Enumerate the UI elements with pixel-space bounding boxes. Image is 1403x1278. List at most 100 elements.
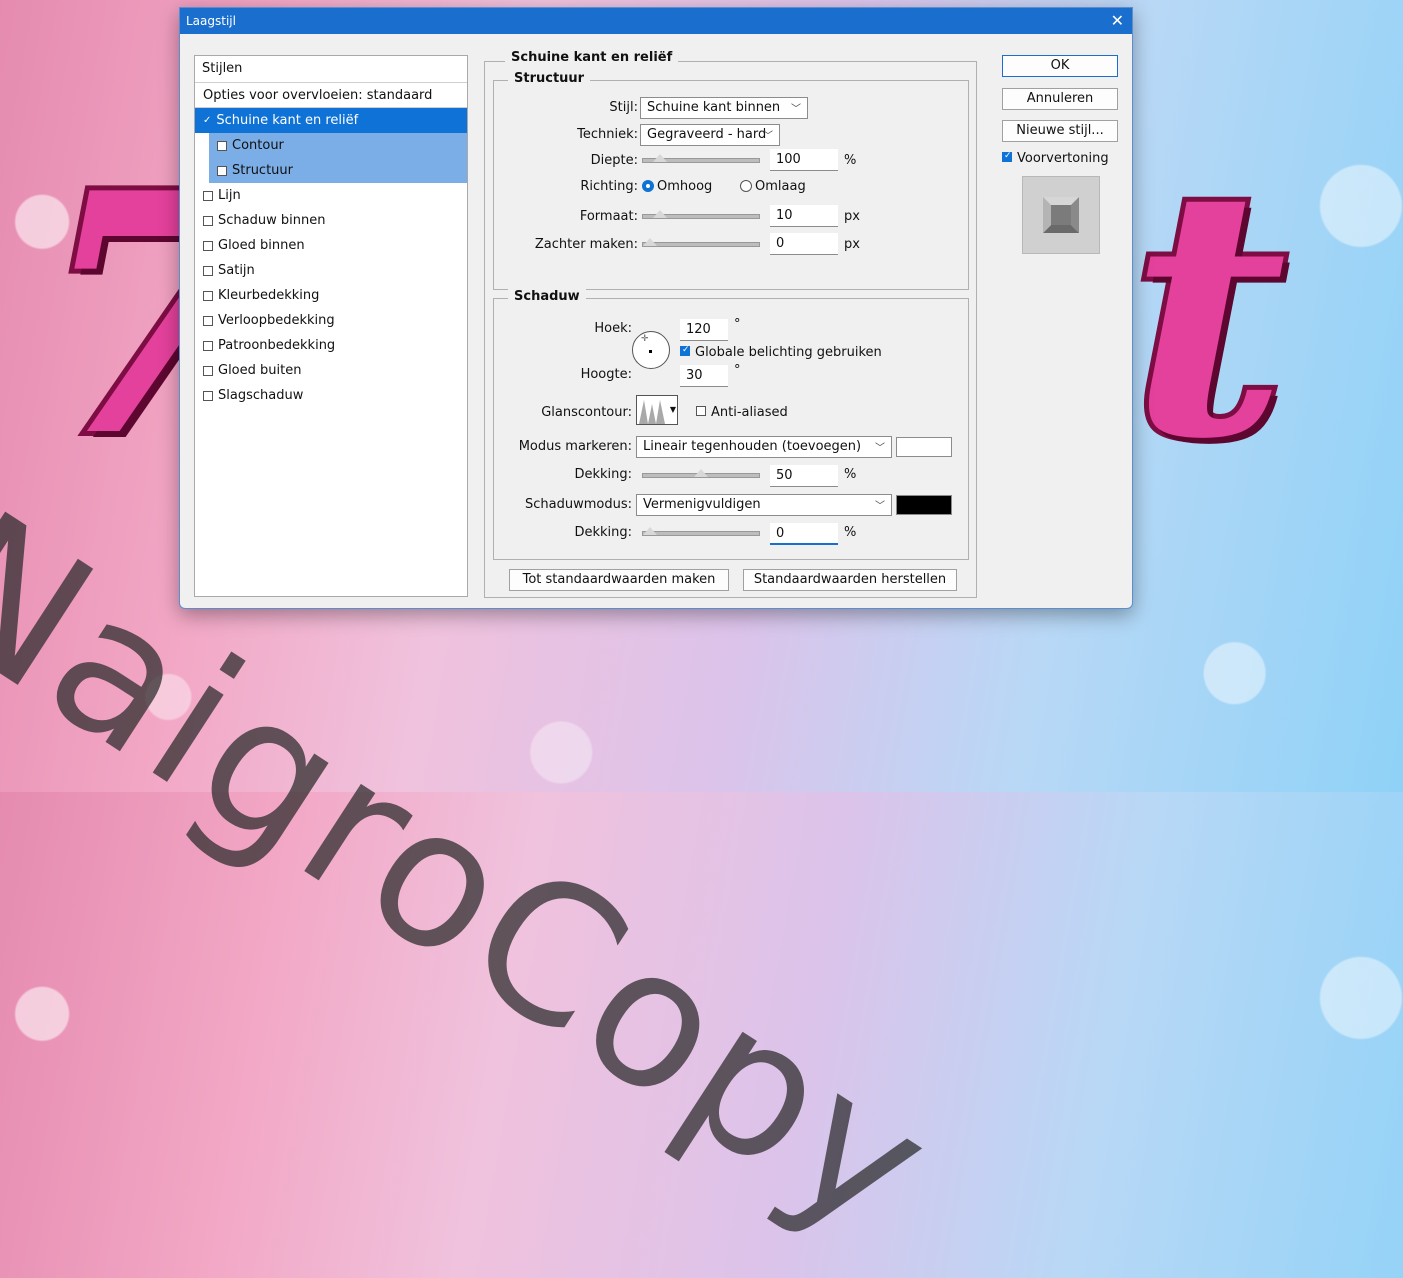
bevel-section-title: Schuine kant en reliëf xyxy=(505,50,679,65)
altitude-unit: ° xyxy=(734,363,741,378)
highlight-mode-value: Lineair tegenhouden (toevoegen) xyxy=(643,439,862,454)
direction-down-label: Omlaag xyxy=(755,179,806,194)
highlight-mode-select[interactable]: Lineair tegenhouden (toevoegen) ﹀ xyxy=(636,436,892,458)
bevel-emboss-group: Schuine kant en reliëf Structuur Stijl: … xyxy=(484,50,977,598)
highlight-opacity-thumb[interactable] xyxy=(694,469,708,477)
style-item[interactable]: Structuur xyxy=(209,158,467,183)
checkbox-checked-icon xyxy=(680,345,690,356)
style-item[interactable]: Gloed buiten xyxy=(195,358,467,383)
dial-center-dot xyxy=(649,350,652,353)
gloss-contour-preview-icon xyxy=(639,400,665,424)
bevel-preview-icon xyxy=(1043,197,1079,233)
make-default-button[interactable]: Tot standaardwaarden maken xyxy=(509,569,729,591)
technique-select-value: Gegraveerd - hard xyxy=(647,127,767,142)
angle-input[interactable]: 120 xyxy=(680,319,728,341)
ok-button[interactable]: OK xyxy=(1002,55,1118,77)
style-item-label: Schaduw binnen xyxy=(218,213,326,228)
style-select[interactable]: Schuine kant binnen ﹀ xyxy=(640,97,808,119)
shadow-color-swatch[interactable] xyxy=(896,495,952,515)
chevron-down-icon: ﹀ xyxy=(875,443,885,454)
size-slider[interactable] xyxy=(642,210,760,219)
angle-label: Hoek: xyxy=(594,321,632,336)
depth-input[interactable]: 100 xyxy=(770,149,838,171)
checkbox-icon[interactable] xyxy=(203,365,213,376)
checkbox-icon[interactable] xyxy=(217,140,227,151)
dial-crosshair-icon: ✛ xyxy=(641,334,649,344)
blend-options-item[interactable]: Opties voor overvloeien: standaard xyxy=(195,83,467,108)
altitude-input[interactable]: 30 xyxy=(680,365,728,387)
depth-slider-thumb[interactable] xyxy=(653,154,667,162)
shadow-mode-select[interactable]: Vermenigvuldigen ﹀ xyxy=(636,494,892,516)
chevron-down-icon: ﹀ xyxy=(763,131,773,142)
styles-header[interactable]: Stijlen xyxy=(195,56,467,83)
checkbox-icon[interactable] xyxy=(203,315,213,326)
checkbox-icon[interactable] xyxy=(203,390,213,401)
checkbox-icon[interactable] xyxy=(203,265,213,276)
background-letter-right: t xyxy=(1125,115,1292,514)
shadow-opacity-unit: % xyxy=(844,525,857,540)
shading-title: Schaduw xyxy=(508,289,586,304)
direction-up-radio[interactable]: Omhoog xyxy=(642,179,712,194)
style-item[interactable]: Patroonbedekking xyxy=(195,333,467,358)
checkmark-icon: ✓ xyxy=(203,115,212,126)
layer-style-dialog: Laagstijl ✕ Stijlen Opties voor overvloe… xyxy=(179,7,1133,609)
checkbox-icon xyxy=(696,406,706,416)
chevron-down-icon: ﹀ xyxy=(791,104,801,115)
soften-slider[interactable] xyxy=(642,238,760,247)
style-item[interactable]: Contour xyxy=(209,133,467,158)
highlight-opacity-input[interactable]: 50 xyxy=(770,465,838,487)
checkbox-icon[interactable] xyxy=(203,240,213,251)
preview-label: Voorvertoning xyxy=(1017,151,1109,166)
shadow-mode-label: Schaduwmodus: xyxy=(525,497,632,512)
size-input[interactable]: 10 xyxy=(770,205,838,227)
reset-default-button[interactable]: Standaardwaarden herstellen xyxy=(743,569,957,591)
radio-icon xyxy=(740,180,752,192)
gloss-dropdown-arrow-icon: ▼ xyxy=(669,405,676,414)
direction-up-label: Omhoog xyxy=(657,179,713,194)
soften-slider-thumb[interactable] xyxy=(643,238,657,246)
style-item[interactable]: Verloopbedekking xyxy=(195,308,467,333)
technique-select[interactable]: Gegraveerd - hard ﹀ xyxy=(640,124,780,146)
style-item[interactable]: Lijn xyxy=(195,183,467,208)
new-style-button[interactable]: Nieuwe stijl... xyxy=(1002,120,1118,142)
shadow-opacity-slider[interactable] xyxy=(642,527,760,536)
angle-dial[interactable]: ✛ xyxy=(632,331,670,369)
anti-aliased-checkbox[interactable]: Anti-aliased xyxy=(696,405,788,420)
style-item[interactable]: Kleurbedekking xyxy=(195,283,467,308)
style-item[interactable]: ✓ Schuine kant en reliëf xyxy=(195,108,467,133)
direction-down-radio[interactable]: Omlaag xyxy=(740,179,806,194)
dialog-title: Laagstijl xyxy=(186,14,236,28)
style-item-label: Structuur xyxy=(232,163,294,178)
gloss-contour-picker[interactable]: ▼ xyxy=(636,395,678,425)
preview-checkbox[interactable]: Voorvertoning xyxy=(1002,151,1109,166)
technique-label: Techniek: xyxy=(577,127,638,142)
global-light-checkbox[interactable]: Globale belichting gebruiken xyxy=(680,345,882,360)
checkbox-icon[interactable] xyxy=(203,340,213,351)
close-icon[interactable]: ✕ xyxy=(1111,13,1124,29)
checkbox-icon[interactable] xyxy=(217,165,227,176)
style-item[interactable]: Slagschaduw xyxy=(195,383,467,408)
radio-selected-icon xyxy=(642,180,654,192)
soften-input[interactable]: 0 xyxy=(770,233,838,255)
size-slider-thumb[interactable] xyxy=(653,210,667,218)
direction-label: Richting: xyxy=(580,179,638,194)
shadow-opacity-input[interactable]: 0 xyxy=(770,523,838,545)
highlight-opacity-slider[interactable] xyxy=(642,469,760,478)
style-item-label: Verloopbedekking xyxy=(218,313,335,328)
soften-label: Zachter maken: xyxy=(534,237,638,252)
style-item-label: Slagschaduw xyxy=(218,388,304,403)
style-item[interactable]: Schaduw binnen xyxy=(195,208,467,233)
size-unit: px xyxy=(844,209,860,224)
shadow-opacity-thumb[interactable] xyxy=(643,527,657,535)
checkbox-icon[interactable] xyxy=(203,190,213,201)
style-item[interactable]: Satijn xyxy=(195,258,467,283)
style-item-label: Schuine kant en reliëf xyxy=(216,113,359,128)
style-item[interactable]: Gloed binnen xyxy=(195,233,467,258)
preview-thumbnail xyxy=(1022,176,1100,254)
highlight-color-swatch[interactable] xyxy=(896,437,952,457)
cancel-button[interactable]: Annuleren xyxy=(1002,88,1118,110)
checkbox-icon[interactable] xyxy=(203,290,213,301)
shading-group: Schaduw Hoek: 120 ° ✛ Globale belichting… xyxy=(493,289,969,560)
depth-slider[interactable] xyxy=(642,154,760,163)
checkbox-icon[interactable] xyxy=(203,215,213,226)
